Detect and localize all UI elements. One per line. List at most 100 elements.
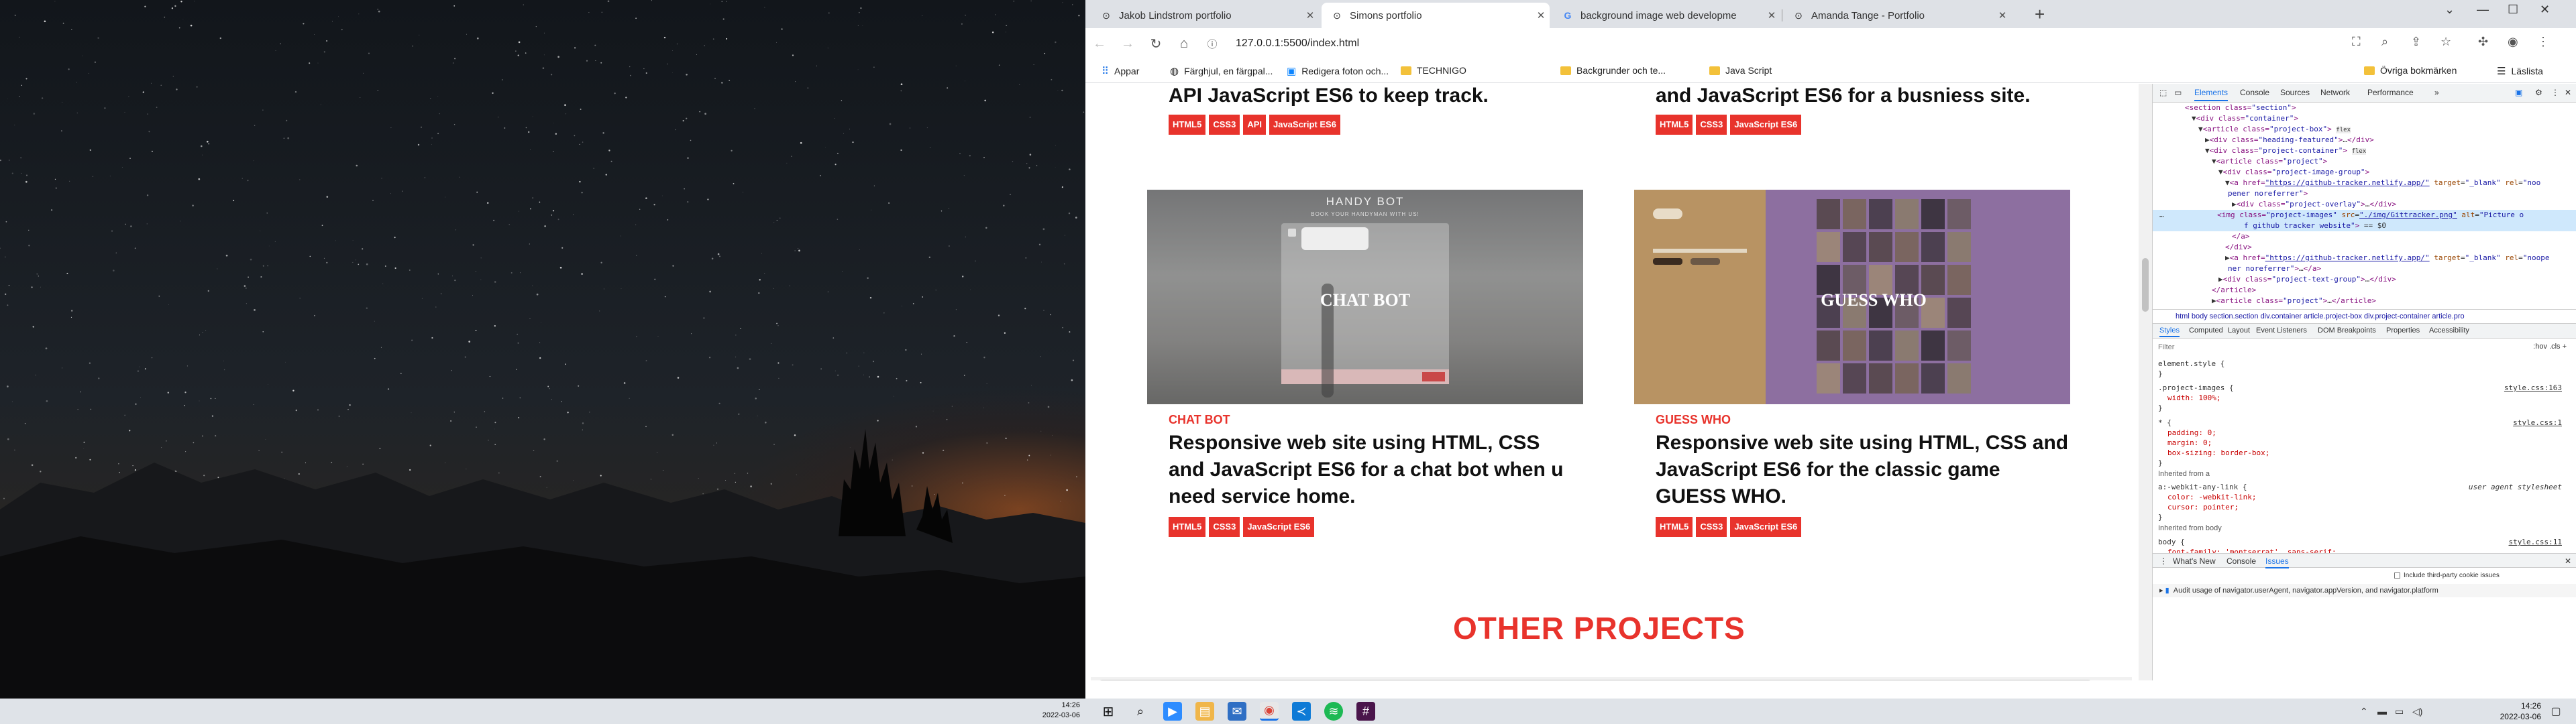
styles-filter-actions[interactable]: :hov .cls +	[2533, 343, 2567, 351]
element-style-rule[interactable]: element.style {	[2158, 359, 2569, 369]
dom-node[interactable]: ▶<div class="heading-featured">…</div>	[2153, 135, 2576, 145]
dom-node[interactable]: ▼<div class="project-image-group">	[2153, 167, 2576, 178]
css-property[interactable]: color: -webkit-link;	[2158, 492, 2569, 502]
zoom-icon[interactable]: ⌕	[2381, 35, 2388, 49]
dom-node[interactable]: <section class="section">	[2153, 103, 2576, 113]
tab-network[interactable]: Network	[2320, 88, 2350, 97]
css-property[interactable]: margin: 0;	[2158, 438, 2569, 448]
bookmark-color-wheel[interactable]: ◍ Färghjul, en färgpal...	[1170, 65, 1273, 77]
dom-node[interactable]: ▼<div class="project-container"> flex	[2153, 145, 2576, 157]
dom-node[interactable]: ▼<div class="container">	[2153, 113, 2576, 124]
bookmark-javascript[interactable]: Java Script	[1709, 65, 1772, 76]
tab-whats-new[interactable]: What's New	[2173, 556, 2216, 566]
notifications-icon[interactable]: ▢	[2546, 702, 2565, 721]
close-icon[interactable]: ✕	[1532, 9, 1550, 21]
scrollbar-thumb[interactable]	[2142, 258, 2149, 312]
dom-node[interactable]: ▶<article class="project">…</article>	[2153, 296, 2576, 306]
new-tab-button[interactable]: +	[2035, 4, 2045, 25]
search-icon[interactable]: ⌕	[1131, 702, 1150, 721]
guess-who-project-image[interactable]: GUESS WHO	[1634, 190, 2070, 404]
styles-filter-input[interactable]	[2158, 341, 2453, 353]
drawer-menu-icon[interactable]: ⋮	[2159, 556, 2167, 566]
left-clock[interactable]: 14:26 2022-03-06	[1042, 701, 1080, 721]
tab-accessibility[interactable]: Accessibility	[2429, 326, 2469, 335]
tab-background-image[interactable]: G background image web developme ✕	[1552, 3, 1780, 28]
bookmark-photo-edit[interactable]: ▣ Redigera foton och...	[1287, 65, 1389, 77]
vscode-icon[interactable]: ≺	[1292, 702, 1311, 721]
dom-node[interactable]: ▼<article class="project">	[2153, 156, 2576, 167]
share-icon[interactable]: ⇪	[2411, 35, 2421, 49]
tab-layout[interactable]: Layout	[2228, 326, 2250, 335]
issue-row[interactable]: ▸ ▮ Audit usage of navigator.userAgent, …	[2153, 584, 2576, 597]
spotify-icon[interactable]: ≋	[1324, 702, 1343, 721]
zoom-app-icon[interactable]: ▶	[1163, 702, 1182, 721]
third-party-toggle[interactable]: Include third-party cookie issues	[2394, 572, 2500, 579]
chat-bot-project-image[interactable]: HANDY BOT BOOK YOUR HANDYMAN WITH US! CH…	[1147, 190, 1583, 404]
tab-elements[interactable]: Elements	[2194, 88, 2229, 101]
link-rule[interactable]: a:-webkit-any-link {user agent styleshee…	[2158, 482, 2569, 492]
tab-performance[interactable]: Performance	[2367, 88, 2414, 97]
window-close-icon[interactable]: ✕	[2540, 3, 2550, 17]
tab-simons[interactable]: ⊙ Simons portfolio ✕	[1322, 3, 1550, 28]
css-property[interactable]: font-family: 'montserrat', sans-serif;	[2158, 547, 2569, 553]
extensions-icon[interactable]: ✣	[2478, 35, 2488, 49]
tray-overflow-icon[interactable]: ⌃	[2360, 702, 2368, 721]
tab-event-listeners[interactable]: Event Listeners	[2256, 326, 2307, 335]
start-icon[interactable]: ⊞	[1099, 702, 1118, 721]
bookmark-backgrounds[interactable]: Backgrunder och te...	[1560, 65, 1666, 76]
inspect-icon[interactable]: ⬚	[2159, 88, 2167, 97]
dom-node[interactable]: ▶<div class="project-text-group">…</div>	[2153, 274, 2576, 285]
tab-console[interactable]: Console	[2240, 88, 2269, 97]
horizontal-scrollbar[interactable]	[1091, 677, 2132, 680]
slack-icon[interactable]: #	[1356, 702, 1375, 721]
home-icon[interactable]: ⌂	[1170, 36, 1198, 52]
more-tabs-icon[interactable]: »	[2434, 88, 2439, 97]
menu-icon[interactable]: ⋮	[2537, 35, 2549, 49]
rule-source-link[interactable]: style.css:163	[2504, 383, 2562, 393]
site-info-icon[interactable]: ⓘ	[1198, 37, 1226, 51]
maximize-icon[interactable]: ☐	[2508, 3, 2518, 17]
css-property[interactable]: width: 100%;	[2158, 393, 2569, 403]
tab-jakob[interactable]: ⊙ Jakob Lindstrom portfolio ✕	[1091, 3, 1319, 28]
universal-rule[interactable]: * {style.css:1	[2158, 418, 2569, 428]
css-property[interactable]: cursor: pointer;	[2158, 502, 2569, 512]
dom-node[interactable]: ▶<div class="project-overlay">…</div>	[2153, 199, 2576, 210]
tab-drawer-console[interactable]: Console	[2226, 556, 2256, 566]
bookmark-other[interactable]: Övriga bokmärken	[2364, 65, 2457, 76]
bookmark-apps[interactable]: ⠿ Appar	[1102, 65, 1139, 77]
css-property[interactable]: padding: 0;	[2158, 428, 2569, 438]
mail-icon[interactable]: ✉	[1228, 702, 1246, 721]
kebab-menu-icon[interactable]: ⋮	[2551, 88, 2559, 97]
tab-search-icon[interactable]: ⌄	[2445, 3, 2455, 17]
volume-icon[interactable]: ◁)	[2412, 702, 2422, 721]
dom-node[interactable]: ▼<article class="project-box"> flex	[2153, 124, 2576, 135]
translate-icon[interactable]: ⛶	[2352, 35, 2361, 49]
chrome-icon[interactable]: ◉	[1260, 702, 1279, 721]
issues-badge[interactable]: ▣	[2515, 88, 2522, 97]
rule-source-link[interactable]: style.css:1	[2513, 418, 2562, 428]
tab-sources[interactable]: Sources	[2280, 88, 2310, 97]
device-toggle-icon[interactable]: ▭	[2174, 88, 2182, 97]
taskbar-clock[interactable]: 14:26 2022-03-06	[2500, 701, 2541, 722]
dom-node[interactable]: ▶<a href="https://github-tracker.netlify…	[2153, 253, 2576, 263]
reload-icon[interactable]: ↻	[1142, 36, 1170, 52]
dom-breadcrumb[interactable]: html body section.section div.container …	[2153, 309, 2576, 324]
dom-node[interactable]: ▼<a href="https://github-tracker.netlify…	[2153, 178, 2576, 188]
profile-icon[interactable]: ◉	[2508, 35, 2518, 49]
rule-source-link[interactable]: style.css:11	[2509, 537, 2562, 547]
project-images-rule[interactable]: .project-images {style.css:163	[2158, 383, 2569, 393]
file-explorer-icon[interactable]: ▤	[1195, 702, 1214, 721]
back-icon[interactable]: ←	[1085, 36, 1114, 52]
bookmark-technigo[interactable]: TECHNIGO	[1401, 65, 1466, 76]
forward-icon[interactable]: →	[1114, 36, 1142, 52]
minimize-icon[interactable]: —	[2477, 3, 2489, 17]
tab-properties[interactable]: Properties	[2386, 326, 2420, 335]
devtools-close-icon[interactable]: ✕	[2565, 88, 2571, 97]
tab-computed[interactable]: Computed	[2189, 326, 2223, 335]
address-bar[interactable]: 127.0.0.1:5500/index.html	[1236, 38, 1359, 50]
close-icon[interactable]: ✕	[1763, 9, 1780, 21]
settings-gear-icon[interactable]: ⚙	[2535, 88, 2542, 97]
network-icon[interactable]: ▭	[2395, 702, 2404, 721]
tab-amanda[interactable]: ⊙ Amanda Tange - Portfolio ✕	[1783, 3, 2011, 28]
close-icon[interactable]: ✕	[1301, 9, 1319, 21]
